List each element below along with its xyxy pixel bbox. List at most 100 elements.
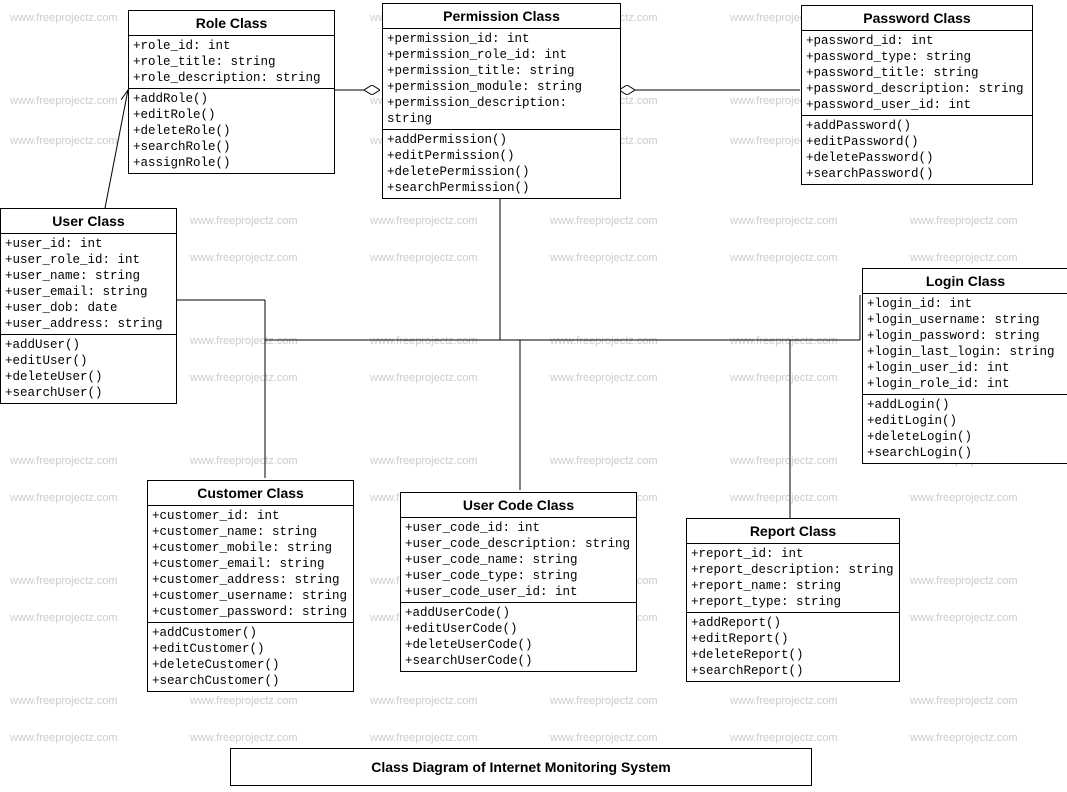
op: +editRole() (133, 107, 330, 123)
attr: +permission_description: string (387, 95, 616, 127)
attr: +customer_email: string (152, 556, 349, 572)
op: +searchRole() (133, 139, 330, 155)
class-role: Role Class +role_id: int +role_title: st… (128, 10, 335, 174)
op: +addPassword() (806, 118, 1028, 134)
attr: +permission_id: int (387, 31, 616, 47)
op: +searchCustomer() (152, 673, 349, 689)
class-permission-ops: +addPermission() +editPermission() +dele… (383, 130, 620, 198)
class-login-title: Login Class (863, 269, 1067, 294)
op: +deleteLogin() (867, 429, 1064, 445)
op: +addCustomer() (152, 625, 349, 641)
class-user-title: User Class (1, 209, 176, 234)
class-usercode: User Code Class +user_code_id: int +user… (400, 492, 637, 672)
attr: +password_description: string (806, 81, 1028, 97)
attr: +password_type: string (806, 49, 1028, 65)
op: +deleteRole() (133, 123, 330, 139)
class-password-ops: +addPassword() +editPassword() +deletePa… (802, 116, 1032, 184)
attr: +customer_username: string (152, 588, 349, 604)
class-permission: Permission Class +permission_id: int +pe… (382, 3, 621, 199)
op: +assignRole() (133, 155, 330, 171)
attr: +user_address: string (5, 316, 172, 332)
attr: +user_id: int (5, 236, 172, 252)
class-role-ops: +addRole() +editRole() +deleteRole() +se… (129, 89, 334, 173)
attr: +customer_address: string (152, 572, 349, 588)
attr: +password_user_id: int (806, 97, 1028, 113)
attr: +user_name: string (5, 268, 172, 284)
op: +searchUserCode() (405, 653, 632, 669)
op: +addPermission() (387, 132, 616, 148)
attr: +user_code_type: string (405, 568, 632, 584)
attr: +user_dob: date (5, 300, 172, 316)
class-customer-attrs: +customer_id: int +customer_name: string… (148, 506, 353, 623)
class-role-title: Role Class (129, 11, 334, 36)
attr: +customer_id: int (152, 508, 349, 524)
op: +deleteReport() (691, 647, 895, 663)
op: +editLogin() (867, 413, 1064, 429)
op: +editPermission() (387, 148, 616, 164)
class-password-attrs: +password_id: int +password_type: string… (802, 31, 1032, 116)
op: +deleteCustomer() (152, 657, 349, 673)
op: +editReport() (691, 631, 895, 647)
op: +searchReport() (691, 663, 895, 679)
op: +addLogin() (867, 397, 1064, 413)
attr: +permission_role_id: int (387, 47, 616, 63)
diagram-title: Class Diagram of Internet Monitoring Sys… (230, 748, 812, 786)
attr: +role_id: int (133, 38, 330, 54)
class-customer: Customer Class +customer_id: int +custom… (147, 480, 354, 692)
class-password-title: Password Class (802, 6, 1032, 31)
attr: +role_description: string (133, 70, 330, 86)
class-report-attrs: +report_id: int +report_description: str… (687, 544, 899, 613)
attr: +user_code_description: string (405, 536, 632, 552)
attr: +login_username: string (867, 312, 1064, 328)
op: +searchLogin() (867, 445, 1064, 461)
class-role-attrs: +role_id: int +role_title: string +role_… (129, 36, 334, 89)
op: +deletePassword() (806, 150, 1028, 166)
class-report: Report Class +report_id: int +report_des… (686, 518, 900, 682)
class-login-ops: +addLogin() +editLogin() +deleteLogin() … (863, 395, 1067, 463)
attr: +user_email: string (5, 284, 172, 300)
attr: +login_password: string (867, 328, 1064, 344)
attr: +login_last_login: string (867, 344, 1064, 360)
attr: +report_description: string (691, 562, 895, 578)
class-usercode-title: User Code Class (401, 493, 636, 518)
op: +deletePermission() (387, 164, 616, 180)
attr: +login_id: int (867, 296, 1064, 312)
op: +searchPermission() (387, 180, 616, 196)
class-customer-title: Customer Class (148, 481, 353, 506)
op: +deleteUser() (5, 369, 172, 385)
class-usercode-attrs: +user_code_id: int +user_code_descriptio… (401, 518, 636, 603)
op: +searchUser() (5, 385, 172, 401)
attr: +role_title: string (133, 54, 330, 70)
attr: +report_id: int (691, 546, 895, 562)
class-user-ops: +addUser() +editUser() +deleteUser() +se… (1, 335, 176, 403)
attr: +user_role_id: int (5, 252, 172, 268)
op: +addUserCode() (405, 605, 632, 621)
attr: +login_role_id: int (867, 376, 1064, 392)
attr: +password_title: string (806, 65, 1028, 81)
attr: +password_id: int (806, 33, 1028, 49)
attr: +customer_mobile: string (152, 540, 349, 556)
op: +editCustomer() (152, 641, 349, 657)
attr: +customer_name: string (152, 524, 349, 540)
attr: +login_user_id: int (867, 360, 1064, 376)
op: +addUser() (5, 337, 172, 353)
attr: +customer_password: string (152, 604, 349, 620)
class-permission-attrs: +permission_id: int +permission_role_id:… (383, 29, 620, 130)
op: +editPassword() (806, 134, 1028, 150)
attr: +permission_module: string (387, 79, 616, 95)
class-password: Password Class +password_id: int +passwo… (801, 5, 1033, 185)
attr: +user_code_user_id: int (405, 584, 632, 600)
class-customer-ops: +addCustomer() +editCustomer() +deleteCu… (148, 623, 353, 691)
class-login-attrs: +login_id: int +login_username: string +… (863, 294, 1067, 395)
op: +deleteUserCode() (405, 637, 632, 653)
class-user-attrs: +user_id: int +user_role_id: int +user_n… (1, 234, 176, 335)
attr: +report_name: string (691, 578, 895, 594)
attr: +user_code_name: string (405, 552, 632, 568)
class-permission-title: Permission Class (383, 4, 620, 29)
op: +addReport() (691, 615, 895, 631)
class-usercode-ops: +addUserCode() +editUserCode() +deleteUs… (401, 603, 636, 671)
op: +addRole() (133, 91, 330, 107)
op: +editUserCode() (405, 621, 632, 637)
class-user: User Class +user_id: int +user_role_id: … (0, 208, 177, 404)
class-report-ops: +addReport() +editReport() +deleteReport… (687, 613, 899, 681)
